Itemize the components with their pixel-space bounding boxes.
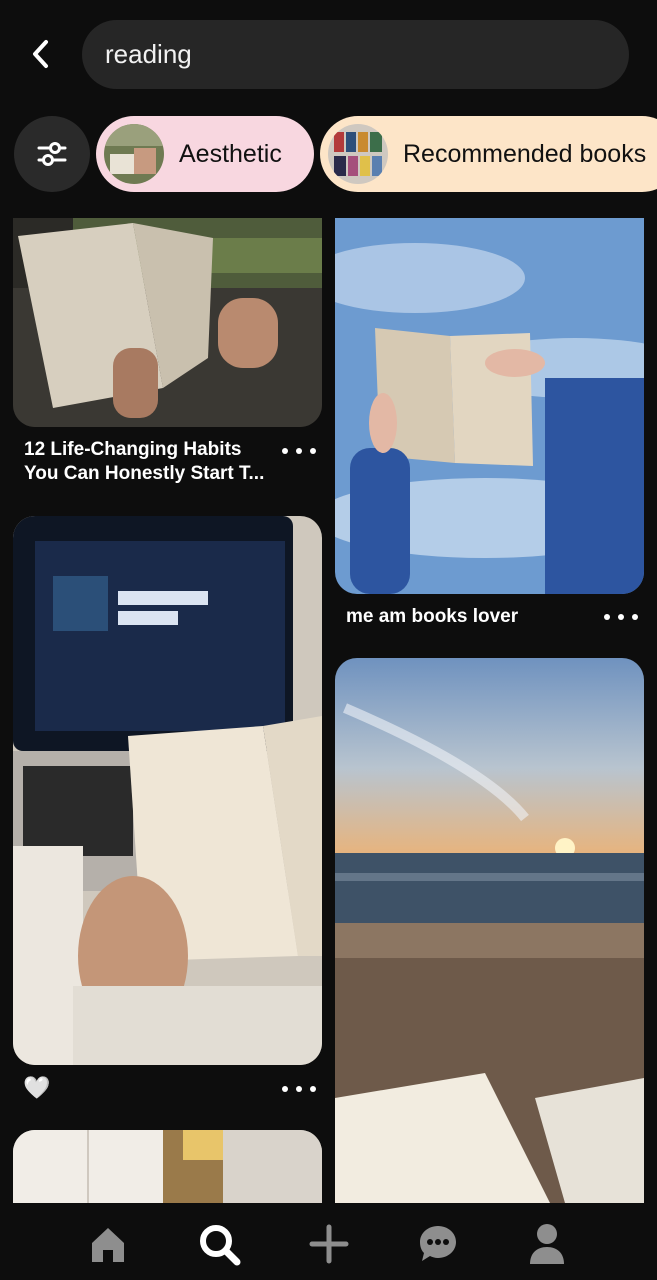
more-dot <box>632 614 638 620</box>
nav-search[interactable] <box>194 1219 244 1269</box>
home-icon <box>92 1228 124 1262</box>
more-dot <box>310 1086 316 1092</box>
profile-icon <box>530 1224 564 1264</box>
nav-profile[interactable] <box>522 1219 572 1269</box>
pin-image-laptop-reading[interactable] <box>13 516 322 1065</box>
back-button[interactable] <box>22 32 58 76</box>
nav-messages[interactable] <box>413 1219 463 1269</box>
more-dot <box>296 1086 302 1092</box>
nav-home[interactable] <box>83 1219 133 1269</box>
pin-image-train-reading[interactable] <box>13 218 322 427</box>
pin-image-beach-sunset[interactable] <box>335 658 644 1203</box>
nav-create[interactable] <box>304 1219 354 1269</box>
more-dot <box>310 448 316 454</box>
pin-title[interactable]: me am books lover <box>346 605 586 629</box>
chip-recommended-books[interactable]: Recommended books <box>320 116 657 192</box>
more-dot <box>604 614 610 620</box>
more-dot <box>296 448 302 454</box>
bottom-navigation <box>0 1203 657 1280</box>
more-dot <box>282 448 288 454</box>
more-dot <box>282 1086 288 1092</box>
plus-icon <box>309 1224 349 1264</box>
filter-button[interactable] <box>14 116 90 192</box>
reaction-heart-icon[interactable]: 🤍 <box>23 1076 50 1100</box>
chip-aesthetic-label: Aesthetic <box>179 139 282 168</box>
chip-aesthetic-thumbnail <box>104 124 164 184</box>
beach-sunset-book-photo <box>335 658 644 1203</box>
pin-image-sky-book[interactable] <box>335 218 644 594</box>
laptop-reading-on-a-rainy-night-photo <box>13 516 322 1065</box>
search-input[interactable]: reading <box>82 20 629 89</box>
chip-recommended-books-label: Recommended books <box>403 139 647 168</box>
more-options-button[interactable] <box>282 441 316 461</box>
search-icon <box>200 1225 241 1266</box>
search-query: reading <box>105 39 192 69</box>
more-options-button[interactable] <box>604 607 638 627</box>
chip-aesthetic[interactable]: Aesthetic <box>96 116 314 192</box>
chevron-left-icon <box>33 40 48 68</box>
chip-recommended-books-thumbnail <box>328 124 388 184</box>
pin-title[interactable]: 12 Life-Changing Habits You Can Honestly… <box>24 438 274 486</box>
filter-sliders-icon <box>37 142 67 166</box>
more-dot <box>618 614 624 620</box>
book-held-against-sky-photo <box>335 218 644 594</box>
train-window-book-photo <box>13 218 322 427</box>
more-options-button[interactable] <box>282 1079 316 1099</box>
chat-icon <box>420 1226 456 1261</box>
